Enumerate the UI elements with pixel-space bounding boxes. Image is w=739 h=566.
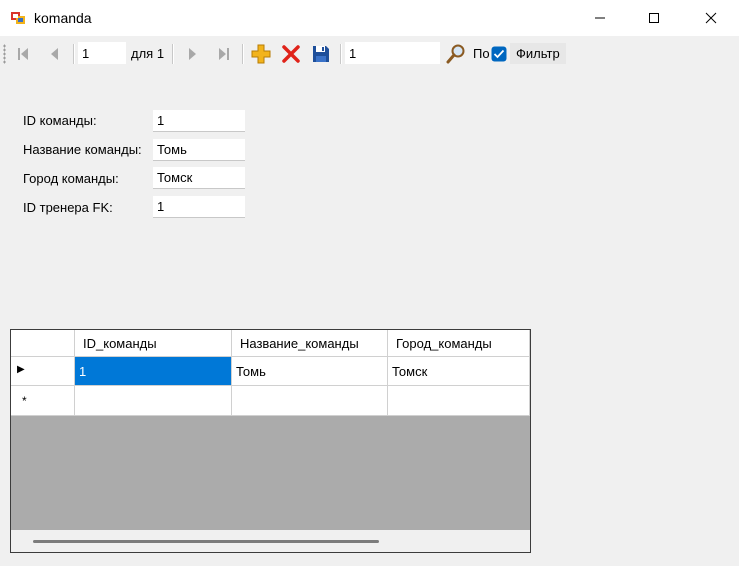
toolbar-separator [340,44,342,64]
move-previous-button[interactable] [43,43,67,65]
maximize-icon [649,13,659,23]
id-field[interactable] [153,110,245,132]
toolbar-separator [242,44,244,64]
new-row-cell-name[interactable] [232,386,388,416]
add-new-button[interactable] [249,43,273,65]
new-row-cell-city[interactable] [388,386,530,416]
id-label: ID команды: [23,113,97,128]
next-record-icon [189,48,196,60]
new-row-cell-id[interactable] [75,386,232,416]
last-record-icon [219,48,229,60]
toolbar-separator [73,44,75,64]
minimize-button[interactable] [577,0,623,36]
horizontal-scrollbar[interactable] [11,530,530,552]
delete-icon [282,45,300,63]
team-name-field[interactable] [153,139,245,161]
save-icon [313,46,329,62]
grid-corner-header[interactable] [11,330,75,357]
scrollbar-thumb[interactable] [33,540,379,543]
row-header-new[interactable]: * [11,386,75,416]
toolbar-grip[interactable] [3,44,6,64]
row-header-current[interactable]: ▶ [11,357,75,386]
first-record-icon [18,48,28,60]
table-cell-id[interactable]: 1 [75,357,232,386]
save-button[interactable] [309,43,333,65]
count-label: для 1 [131,46,165,61]
table-cell-city[interactable]: Томск [388,357,530,386]
data-grid[interactable]: ID_команды Название_команды Город_команд… [10,329,531,553]
search-icon [446,44,465,64]
search-button[interactable] [443,43,469,65]
move-last-button[interactable] [212,43,236,65]
position-field[interactable] [78,42,126,64]
add-icon [251,44,271,64]
checkbox-icon [491,46,507,62]
app-icon [10,10,26,26]
column-header-id[interactable]: ID_команды [75,330,232,357]
maximize-button[interactable] [631,0,677,36]
filter-checkbox[interactable] [490,43,508,65]
move-next-button[interactable] [180,43,204,65]
search-field[interactable] [345,42,440,64]
column-header-city[interactable]: Город_команды [388,330,530,357]
binding-navigator: для 1 По [0,38,739,70]
coach-id-field[interactable] [153,196,245,218]
column-header-name[interactable]: Название_команды [232,330,388,357]
toolbar-separator [172,44,174,64]
delete-button[interactable] [279,43,303,65]
title-bar: komanda [0,0,739,36]
window-title: komanda [34,10,92,26]
prev-record-icon [51,48,58,60]
coach-id-label: ID тренера FK: [23,200,113,215]
move-first-button[interactable] [11,43,35,65]
city-field[interactable] [153,167,245,189]
close-button[interactable] [688,0,734,36]
city-label: Город команды: [23,171,119,186]
filter-label[interactable]: Фильтр [510,43,566,64]
search-button-label[interactable]: По [473,46,490,61]
team-name-label: Название команды: [23,142,142,157]
close-icon [705,12,717,24]
minimize-icon [595,17,605,19]
table-cell-name[interactable]: Томь [232,357,388,386]
